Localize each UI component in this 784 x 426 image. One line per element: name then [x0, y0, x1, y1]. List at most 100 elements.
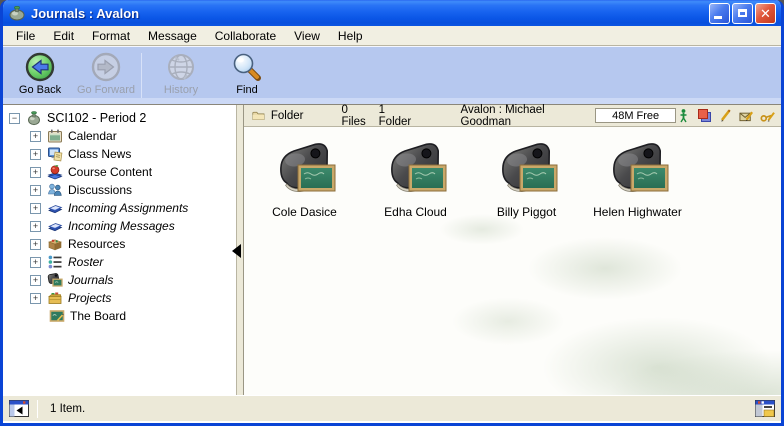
app-window: Journals : Avalon ✕ File Edit Format Mes… [0, 0, 784, 426]
menu-view[interactable]: View [285, 27, 329, 45]
free-space-label: 48M Free [612, 110, 659, 122]
expand-toggle-icon[interactable]: + [30, 149, 41, 160]
expand-toggle-icon[interactable]: + [30, 275, 41, 286]
journal-book-icon [606, 143, 670, 199]
find-label: Find [236, 84, 257, 96]
journal-item-edha-cloud[interactable]: Edha Cloud [363, 143, 468, 219]
sidebar-item-course-content[interactable]: + Course Content [3, 163, 236, 181]
sidebar-item-class-news[interactable]: + Class News [3, 145, 236, 163]
panel-toggle-icon[interactable] [9, 400, 29, 417]
expand-toggle-icon[interactable]: + [30, 131, 41, 142]
close-icon: ✕ [760, 7, 771, 20]
sidebar-item-label: Class News [68, 147, 131, 161]
roster-list-icon [47, 254, 63, 270]
expand-toggle-icon[interactable]: + [30, 185, 41, 196]
journal-label: Edha Cloud [384, 205, 447, 219]
panel-splitter[interactable] [236, 105, 244, 395]
sidebar-tree: − SCI102 - Period 2 + Cale [3, 105, 236, 395]
people-icon [47, 182, 63, 198]
item-count-label: 1 Item. [50, 403, 85, 415]
expand-toggle-icon[interactable]: + [30, 203, 41, 214]
expand-toggle-icon[interactable]: + [30, 257, 41, 268]
sidebar-item-label: Discussions [68, 183, 132, 197]
go-forward-icon [90, 51, 122, 83]
status-bar: 1 Item. [3, 395, 781, 421]
statusbar-divider [37, 400, 38, 418]
go-forward-button[interactable]: Go Forward [73, 51, 139, 101]
folder-status-icons [676, 108, 775, 123]
toolbar-separator [141, 53, 142, 99]
menu-file[interactable]: File [7, 27, 44, 45]
main-panel: Folder 0 Files 1 Folder Avalon : Michael… [244, 105, 781, 395]
sidebar-item-the-board[interactable]: The Board [3, 307, 236, 325]
folders-count: 1 Folder [379, 104, 413, 128]
flask-icon [26, 110, 42, 126]
folder-info-bar: Folder 0 Files 1 Folder Avalon : Michael… [244, 105, 781, 127]
collapse-panel-arrow-icon[interactable] [231, 243, 243, 259]
menu-edit[interactable]: Edit [44, 27, 83, 45]
folder-icon [252, 109, 265, 122]
go-back-icon [24, 51, 56, 83]
history-label: History [164, 84, 198, 96]
go-back-label: Go Back [19, 84, 61, 96]
expand-toggle-icon[interactable]: + [30, 293, 41, 304]
sidebar-item-label: Calendar [68, 129, 117, 143]
news-monitor-icon [47, 146, 63, 162]
account-label: Avalon : Michael Goodman [461, 104, 572, 128]
expand-toggle-icon[interactable]: + [30, 239, 41, 250]
maximize-button[interactable] [732, 3, 753, 24]
find-button[interactable]: Find [214, 51, 280, 101]
maximize-icon [738, 9, 747, 17]
mail-pencil-status-icon[interactable] [739, 108, 754, 123]
journal-book-icon [384, 143, 448, 199]
resources-box-icon [47, 236, 63, 252]
folder-type-label: Folder [271, 110, 304, 122]
sidebar-item-projects[interactable]: + Projects [3, 289, 236, 307]
chalkboard-icon [49, 308, 65, 324]
journal-book-icon [273, 143, 337, 199]
menu-help[interactable]: Help [329, 27, 372, 45]
key-pencil-status-icon[interactable] [760, 108, 775, 123]
calendar-icon [47, 128, 63, 144]
files-area[interactable]: Cole Dasice [244, 127, 781, 395]
expand-toggle-icon[interactable]: + [30, 221, 41, 232]
expand-toggle-icon[interactable]: + [30, 167, 41, 178]
sidebar-item-journals[interactable]: + Journals [3, 271, 236, 289]
journal-item-cole-dasice[interactable]: Cole Dasice [252, 143, 357, 219]
layout-toggle-icon[interactable] [755, 400, 775, 417]
minimize-button[interactable] [709, 3, 730, 24]
sidebar-item-resources[interactable]: + Resources [3, 235, 236, 253]
free-space-indicator: 48M Free [595, 108, 676, 123]
title-bar[interactable]: Journals : Avalon ✕ [3, 0, 781, 26]
menu-collaborate[interactable]: Collaborate [206, 27, 285, 45]
sidebar-item-calendar[interactable]: + Calendar [3, 127, 236, 145]
books-stack-icon [47, 218, 63, 234]
books-stack-icon [47, 200, 63, 216]
sidebar-item-incoming-assignments[interactable]: + Incoming Assignments [3, 199, 236, 217]
window-title: Journals : Avalon [31, 6, 707, 21]
menu-bar: File Edit Format Message Collaborate Vie… [3, 26, 781, 46]
close-button[interactable]: ✕ [755, 3, 776, 24]
journal-item-helen-highwater[interactable]: Helen Highwater [585, 143, 690, 219]
pencil-status-icon[interactable] [718, 108, 733, 123]
journal-item-billy-piggot[interactable]: Billy Piggot [474, 143, 579, 219]
sidebar-item-incoming-messages[interactable]: + Incoming Messages [3, 217, 236, 235]
layers-status-icon[interactable] [697, 108, 712, 123]
projects-crate-icon [47, 290, 63, 306]
collapse-toggle-icon[interactable]: − [9, 113, 20, 124]
sidebar-item-discussions[interactable]: + Discussions [3, 181, 236, 199]
menu-format[interactable]: Format [83, 27, 139, 45]
journal-label: Helen Highwater [593, 205, 682, 219]
history-button[interactable]: History [148, 51, 214, 101]
menu-message[interactable]: Message [139, 27, 206, 45]
body-area: − SCI102 - Period 2 + Cale [3, 104, 781, 395]
tree-root-sci102[interactable]: − SCI102 - Period 2 [3, 109, 236, 127]
toolbar: Go Back Go Forward History [3, 46, 781, 104]
go-back-button[interactable]: Go Back [7, 51, 73, 101]
journal-label: Cole Dasice [272, 205, 337, 219]
person-status-icon[interactable] [676, 108, 691, 123]
sidebar-item-roster[interactable]: + Roster [3, 253, 236, 271]
files-count: 0 Files [341, 104, 368, 128]
journal-book-icon [495, 143, 559, 199]
apple-books-icon [47, 164, 63, 180]
